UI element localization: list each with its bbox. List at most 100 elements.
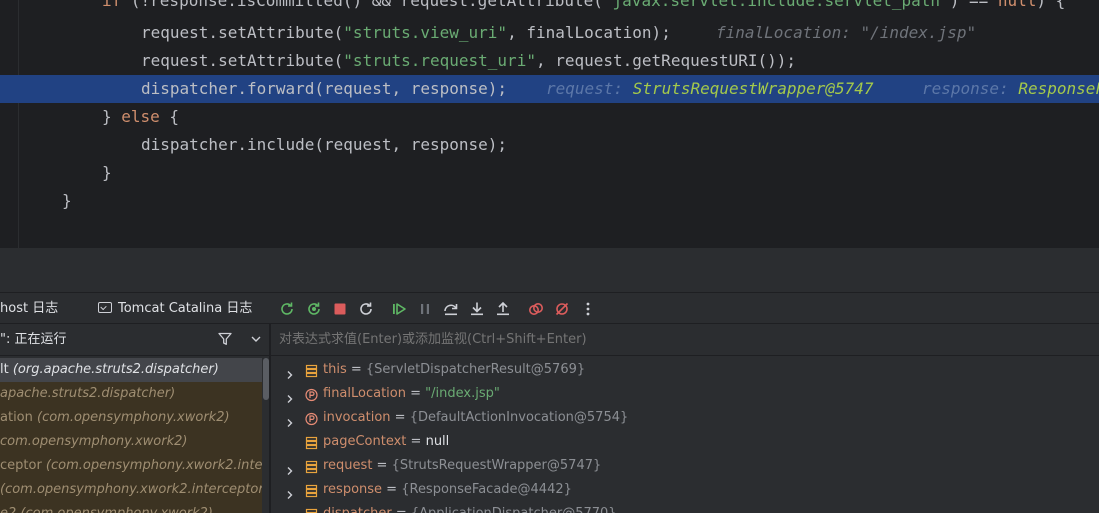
variable-text: dispatcher = {ApplicationDispatcher@5770… — [323, 502, 617, 513]
chevron-right-icon[interactable] — [285, 461, 295, 475]
variables-panel: this = {ServletDispatcherResult@5769}fin… — [271, 324, 1099, 513]
stack-frame[interactable]: ation (com.opensymphony.xwork2) — [0, 406, 262, 430]
variable-eq: = — [390, 410, 410, 425]
variable-name: pageContext — [323, 434, 407, 449]
tab-tomcat-catalina-log[interactable]: Tomcat Catalina 日志 — [98, 293, 252, 324]
code-text: } else { — [102, 107, 180, 126]
debug-tool-window-header: host 日志 Tomcat Catalina 日志 — [0, 292, 1099, 324]
stack-frame[interactable]: com.opensymphony.xwork2) — [0, 430, 262, 454]
variable-text: this = {ServletDispatcherResult@5769} — [323, 358, 585, 382]
evaluate-expression-input[interactable] — [271, 324, 1099, 356]
frames-panel: ": 正在运行 lt (org.apache.struts2.dispatche… — [0, 324, 270, 513]
variable-name: finalLocation — [323, 386, 406, 401]
variable-row-dispatcher[interactable]: dispatcher = {ApplicationDispatcher@5770… — [271, 502, 1099, 513]
variable-text: finalLocation = "/index.jsp" — [323, 382, 500, 406]
chevron-right-icon[interactable] — [285, 485, 295, 499]
variable-name: response — [323, 482, 383, 497]
variable-row-request[interactable]: request = {StrutsRequestWrapper@5747} — [271, 454, 1099, 478]
execution-point-line[interactable]: dispatcher.forward(request, response); r… — [0, 75, 1099, 103]
variable-eq: = — [346, 362, 366, 377]
parameter-icon — [305, 387, 318, 402]
code-text: if (!response.isCommitted() && request.g… — [102, 0, 1066, 10]
mute-breakpoints-icon[interactable] — [552, 299, 572, 319]
variable-name: this — [323, 362, 347, 377]
variable-value: {ResponseFacade@4442} — [401, 482, 572, 497]
variable-eq: = — [392, 506, 411, 513]
tab-localhost-log[interactable]: host 日志 — [0, 293, 58, 324]
chevron-right-icon[interactable] — [285, 413, 295, 427]
inline-debug-value-request: request: StrutsRequestWrapper@5747 — [546, 79, 874, 98]
code-text: dispatcher.include(request, response); — [141, 135, 508, 154]
code-text: } — [102, 163, 112, 182]
variable-name: request — [323, 458, 373, 473]
code-text: } — [62, 191, 72, 210]
thread-status: ": 正在运行 — [0, 332, 67, 347]
variable-text: invocation = {DefaultActionInvocation@57… — [323, 406, 628, 430]
rerun-tomcat-icon[interactable] — [304, 299, 324, 319]
variable-eq: = — [406, 386, 426, 401]
thread-selector[interactable]: ": 正在运行 — [0, 324, 269, 356]
variable-value: {DefaultActionInvocation@5754} — [409, 410, 629, 425]
panel-separator — [0, 248, 1099, 292]
code-line-6[interactable]: dispatcher.include(request, response); — [0, 131, 1099, 159]
code-line-3[interactable]: request.setAttribute("struts.request_uri… — [0, 47, 1099, 75]
variable-value: "/index.jsp" — [425, 386, 500, 401]
rerun-icon[interactable] — [277, 299, 297, 319]
variable-eq: = — [406, 434, 426, 449]
stack-frame[interactable]: e2 (com.opensymphony.xwork2) — [0, 502, 262, 513]
pause-icon[interactable] — [415, 299, 435, 319]
code-line-7[interactable]: } — [0, 159, 1099, 187]
chevron-right-icon[interactable] — [285, 389, 295, 403]
field-icon — [305, 435, 318, 450]
variable-value: {StrutsRequestWrapper@5747} — [391, 458, 602, 473]
step-into-icon[interactable] — [467, 299, 487, 319]
view-breakpoints-icon[interactable] — [526, 299, 546, 319]
step-over-icon[interactable] — [441, 299, 461, 319]
resume-icon[interactable] — [389, 299, 409, 319]
code-line-5[interactable]: } else { — [0, 103, 1099, 131]
scrollbar-thumb[interactable] — [263, 358, 269, 400]
code-line-1[interactable]: if (!response.isCommitted() && request.g… — [0, 0, 1099, 15]
field-icon — [305, 459, 318, 474]
variable-value: {ApplicationDispatcher@5770} — [411, 506, 617, 513]
chevron-down-icon[interactable] — [250, 332, 262, 346]
variable-row-response[interactable]: response = {ResponseFacade@4442} — [271, 478, 1099, 502]
variable-row-finalLocation[interactable]: finalLocation = "/index.jsp" — [271, 382, 1099, 406]
variable-name: invocation — [323, 410, 391, 425]
variable-eq: = — [382, 482, 402, 497]
step-out-icon[interactable] — [493, 299, 513, 319]
variable-row-invocation[interactable]: invocation = {DefaultActionInvocation@57… — [271, 406, 1099, 430]
parameter-icon — [305, 411, 318, 426]
variable-row-this[interactable]: this = {ServletDispatcherResult@5769} — [271, 358, 1099, 382]
inline-debug-value: finalLocation: "/index.jsp" — [716, 23, 977, 42]
stack-frame[interactable]: (com.opensymphony.xwork2.interceptor) — [0, 478, 262, 502]
stack-frame[interactable]: ceptor (com.opensymphony.xwork2.interce — [0, 454, 262, 478]
variable-text: response = {ResponseFacade@4442} — [323, 478, 572, 502]
more-icon[interactable] — [578, 299, 598, 319]
code-line-8[interactable]: } — [0, 187, 1099, 215]
variable-value: null — [425, 434, 450, 449]
chevron-right-icon[interactable] — [285, 365, 295, 379]
field-icon — [305, 483, 318, 498]
stack-frame[interactable]: apache.struts2.dispatcher) — [0, 382, 262, 406]
stack-frame[interactable]: lt (org.apache.struts2.dispatcher) — [0, 358, 262, 382]
variable-name: dispatcher — [323, 506, 392, 513]
restart-icon[interactable] — [356, 299, 376, 319]
code-text: request.setAttribute("struts.request_uri… — [141, 51, 797, 70]
console-icon — [98, 302, 112, 313]
field-icon — [305, 363, 318, 378]
code-line-2[interactable]: request.setAttribute("struts.view_uri", … — [0, 19, 1099, 47]
variable-row-pageContext[interactable]: pageContext = null — [271, 430, 1099, 454]
frames-scrollbar[interactable] — [262, 356, 269, 513]
chevron-right-icon[interactable] — [285, 509, 295, 513]
filter-icon[interactable] — [218, 332, 232, 346]
code-text: request.setAttribute("struts.view_uri", … — [141, 23, 671, 42]
variable-value: {ServletDispatcherResult@5769} — [365, 362, 586, 377]
variable-text: pageContext = null — [323, 430, 449, 454]
inline-debug-value-response: response: ResponseFacade@4442 — [922, 79, 1099, 98]
code-text: dispatcher.forward(request, response); — [141, 79, 508, 98]
field-icon — [305, 507, 318, 513]
stop-icon[interactable] — [330, 299, 350, 319]
variable-eq: = — [372, 458, 392, 473]
code-editor[interactable]: if (!response.isCommitted() && request.g… — [0, 0, 1099, 248]
